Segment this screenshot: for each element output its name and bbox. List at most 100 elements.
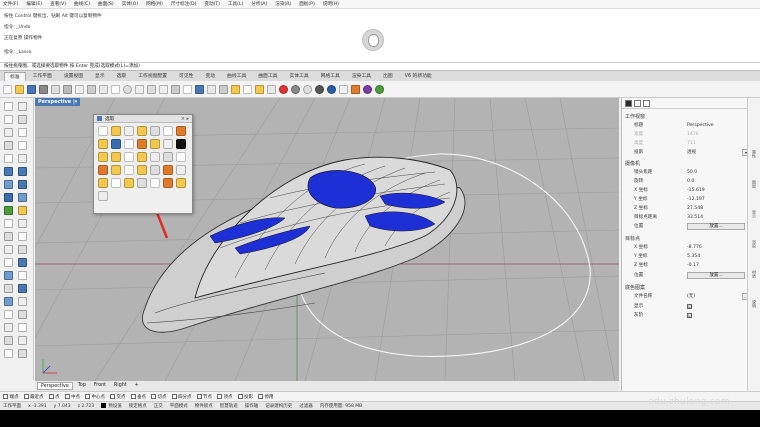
- tab-solid-tools[interactable]: 实体工具: [284, 72, 313, 81]
- tab-standard[interactable]: 标准: [4, 72, 26, 81]
- side-tab-help[interactable]: 说明: [751, 300, 757, 308]
- side-tab-display[interactable]: 显示: [751, 210, 757, 218]
- camera-z-field[interactable]: 27.548: [687, 205, 703, 213]
- menu-help[interactable]: 说明(H): [323, 1, 339, 7]
- scale-icon[interactable]: [18, 271, 27, 280]
- tab-visibility[interactable]: 可见性: [174, 72, 198, 81]
- open-file-icon[interactable]: [15, 84, 24, 94]
- select-none-icon[interactable]: [111, 126, 121, 136]
- join-icon[interactable]: [18, 245, 27, 254]
- free-curve-icon[interactable]: [18, 154, 27, 163]
- copy-icon[interactable]: [75, 84, 84, 94]
- select-arrow-icon[interactable]: [4, 102, 13, 111]
- menu-surface[interactable]: 曲面(S): [98, 1, 114, 7]
- select-last-icon[interactable]: [137, 126, 147, 136]
- split-icon[interactable]: [4, 245, 13, 254]
- point-icon[interactable]: [18, 102, 27, 111]
- status-smarttrack[interactable]: 智慧轨迹: [220, 403, 238, 409]
- rectangle-icon[interactable]: [18, 141, 27, 150]
- four-view-icon[interactable]: [195, 84, 204, 94]
- osnap-disable[interactable]: 停用: [258, 394, 274, 400]
- paste-icon[interactable]: [87, 84, 96, 94]
- history-icon[interactable]: [4, 336, 13, 345]
- select-lights-icon[interactable]: [163, 139, 173, 149]
- tab-mesh-tools[interactable]: 网格工具: [316, 72, 345, 81]
- osnap-project[interactable]: 投影: [237, 394, 253, 400]
- tab-render-tools[interactable]: 渲染工具: [347, 72, 376, 81]
- side-tab-render[interactable]: 渲染: [751, 240, 757, 248]
- place-target-button[interactable]: 放置...: [687, 272, 745, 279]
- rotation-field[interactable]: 0.0: [687, 178, 694, 186]
- array-icon[interactable]: [18, 284, 27, 293]
- pan-icon[interactable]: [111, 84, 120, 94]
- status-record-history[interactable]: 记录建构历史: [265, 403, 292, 409]
- polygon-icon[interactable]: [4, 154, 13, 163]
- osnap-tan[interactable]: 切点: [151, 394, 167, 400]
- side-tab-properties[interactable]: 属性: [751, 150, 757, 158]
- select-dots-icon[interactable]: [98, 178, 108, 188]
- surface-icon[interactable]: [4, 167, 13, 176]
- gray-wallpaper-checkbox[interactable]: ☑: [687, 313, 692, 318]
- properties-material-icon[interactable]: [634, 99, 641, 107]
- text-icon[interactable]: [18, 219, 27, 228]
- viewport-title[interactable]: Perspective |▾: [35, 98, 81, 106]
- tab-display[interactable]: 显示: [90, 72, 110, 81]
- wallpaper-file-field[interactable]: (无): [687, 293, 695, 301]
- select-blocks-icon[interactable]: [150, 139, 160, 149]
- invert-selection-icon[interactable]: [124, 126, 134, 136]
- mirror-icon[interactable]: [4, 284, 13, 293]
- select-all-icon[interactable]: [98, 126, 108, 136]
- tab-viewport-layout[interactable]: 工作视窗配置: [133, 72, 172, 81]
- select-clipping-icon[interactable]: [163, 178, 173, 188]
- menu-curve[interactable]: 曲线(C): [74, 1, 90, 7]
- tool-icon[interactable]: [351, 84, 360, 94]
- command-prompt[interactable]: 按住拖曳圈、或选择要选取物件 按 Enter 完成(选取模式(L)=添加): [0, 63, 760, 71]
- polyline-icon[interactable]: [4, 115, 13, 124]
- set-view-icon[interactable]: [219, 84, 228, 94]
- explode-icon[interactable]: [4, 310, 13, 319]
- properties-icon[interactable]: [279, 84, 288, 94]
- select-closed-icon[interactable]: [137, 152, 147, 162]
- target-z-field[interactable]: -0.17: [687, 262, 699, 270]
- properties-object-icon[interactable]: [625, 99, 632, 107]
- zoom-window-icon[interactable]: [147, 84, 156, 94]
- select-curves-icon[interactable]: [163, 126, 173, 136]
- menu-view[interactable]: 查看(V): [50, 1, 66, 7]
- target-y-field[interactable]: 5.354: [687, 253, 700, 261]
- lasso-select-icon[interactable]: [163, 152, 173, 162]
- import-icon[interactable]: [51, 84, 60, 94]
- plugin-icon[interactable]: [363, 84, 372, 94]
- curve-icon[interactable]: [18, 115, 27, 124]
- undo-icon[interactable]: [99, 84, 108, 94]
- new-file-icon[interactable]: [3, 84, 12, 94]
- box-icon[interactable]: [4, 193, 13, 202]
- ellipse-icon[interactable]: [4, 141, 13, 150]
- tab-curve-tools[interactable]: 曲线工具: [222, 72, 251, 81]
- select-grips-icon[interactable]: [98, 191, 108, 201]
- side-tab-layers[interactable]: 图层: [751, 180, 757, 188]
- target-distance-field[interactable]: 33.514: [687, 214, 703, 222]
- osnap-perp[interactable]: 垂点: [130, 394, 146, 400]
- close-icon[interactable]: × ▸: [181, 116, 189, 122]
- osnap-vertex[interactable]: 顶点: [217, 394, 233, 400]
- viewport-title-field[interactable]: Perspective: [687, 122, 714, 130]
- select-crossing-icon[interactable]: [98, 165, 108, 175]
- select-small-icon[interactable]: [111, 152, 121, 162]
- extrude-icon[interactable]: [18, 167, 27, 176]
- place-camera-button[interactable]: 放置...: [687, 223, 745, 230]
- select-duplicates-icon[interactable]: [98, 152, 108, 162]
- osnap-center[interactable]: 中心点: [85, 394, 105, 400]
- camera-y-field[interactable]: -12.197: [687, 196, 705, 204]
- side-tab-materials[interactable]: 材质: [751, 270, 757, 278]
- sphere-icon[interactable]: [18, 193, 27, 202]
- sweep-icon[interactable]: [18, 180, 27, 189]
- select-named-icon[interactable]: [111, 178, 121, 188]
- select-boundary-icon[interactable]: [111, 165, 121, 175]
- tab-front[interactable]: Front: [91, 382, 109, 390]
- status-filter[interactable]: 过滤器: [299, 403, 313, 409]
- panel-header[interactable]: 选取: [94, 115, 192, 123]
- show-wallpaper-checkbox[interactable]: ☑: [687, 304, 692, 309]
- tab-right[interactable]: Right: [111, 382, 130, 390]
- projection-dropdown[interactable]: 透视: [687, 149, 696, 157]
- rotate-view-icon[interactable]: [123, 84, 132, 94]
